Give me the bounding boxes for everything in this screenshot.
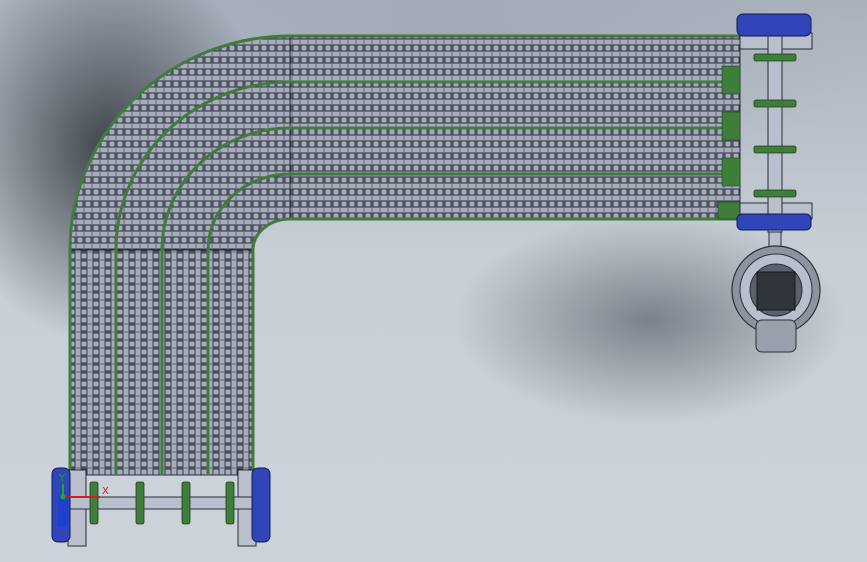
x-axis-label: X	[102, 486, 109, 497]
motor-gearbox[interactable]	[755, 319, 797, 353]
graphics-viewport[interactable]: X Y	[0, 0, 867, 562]
bearing-top[interactable]	[736, 13, 812, 37]
tail-end-frame[interactable]	[51, 467, 271, 547]
drive-motor[interactable]	[731, 231, 821, 353]
belt-curve-section[interactable]	[69, 35, 291, 251]
head-end-frame[interactable]	[736, 13, 813, 233]
belt-assembly[interactable]	[68, 34, 741, 476]
y-axis-label: Y	[58, 473, 66, 484]
drive-shaft[interactable]	[767, 19, 783, 233]
conveyor-model[interactable]: X Y	[0, 0, 867, 562]
bearing-right[interactable]	[251, 467, 271, 543]
bearing-bottom[interactable]	[736, 213, 812, 231]
